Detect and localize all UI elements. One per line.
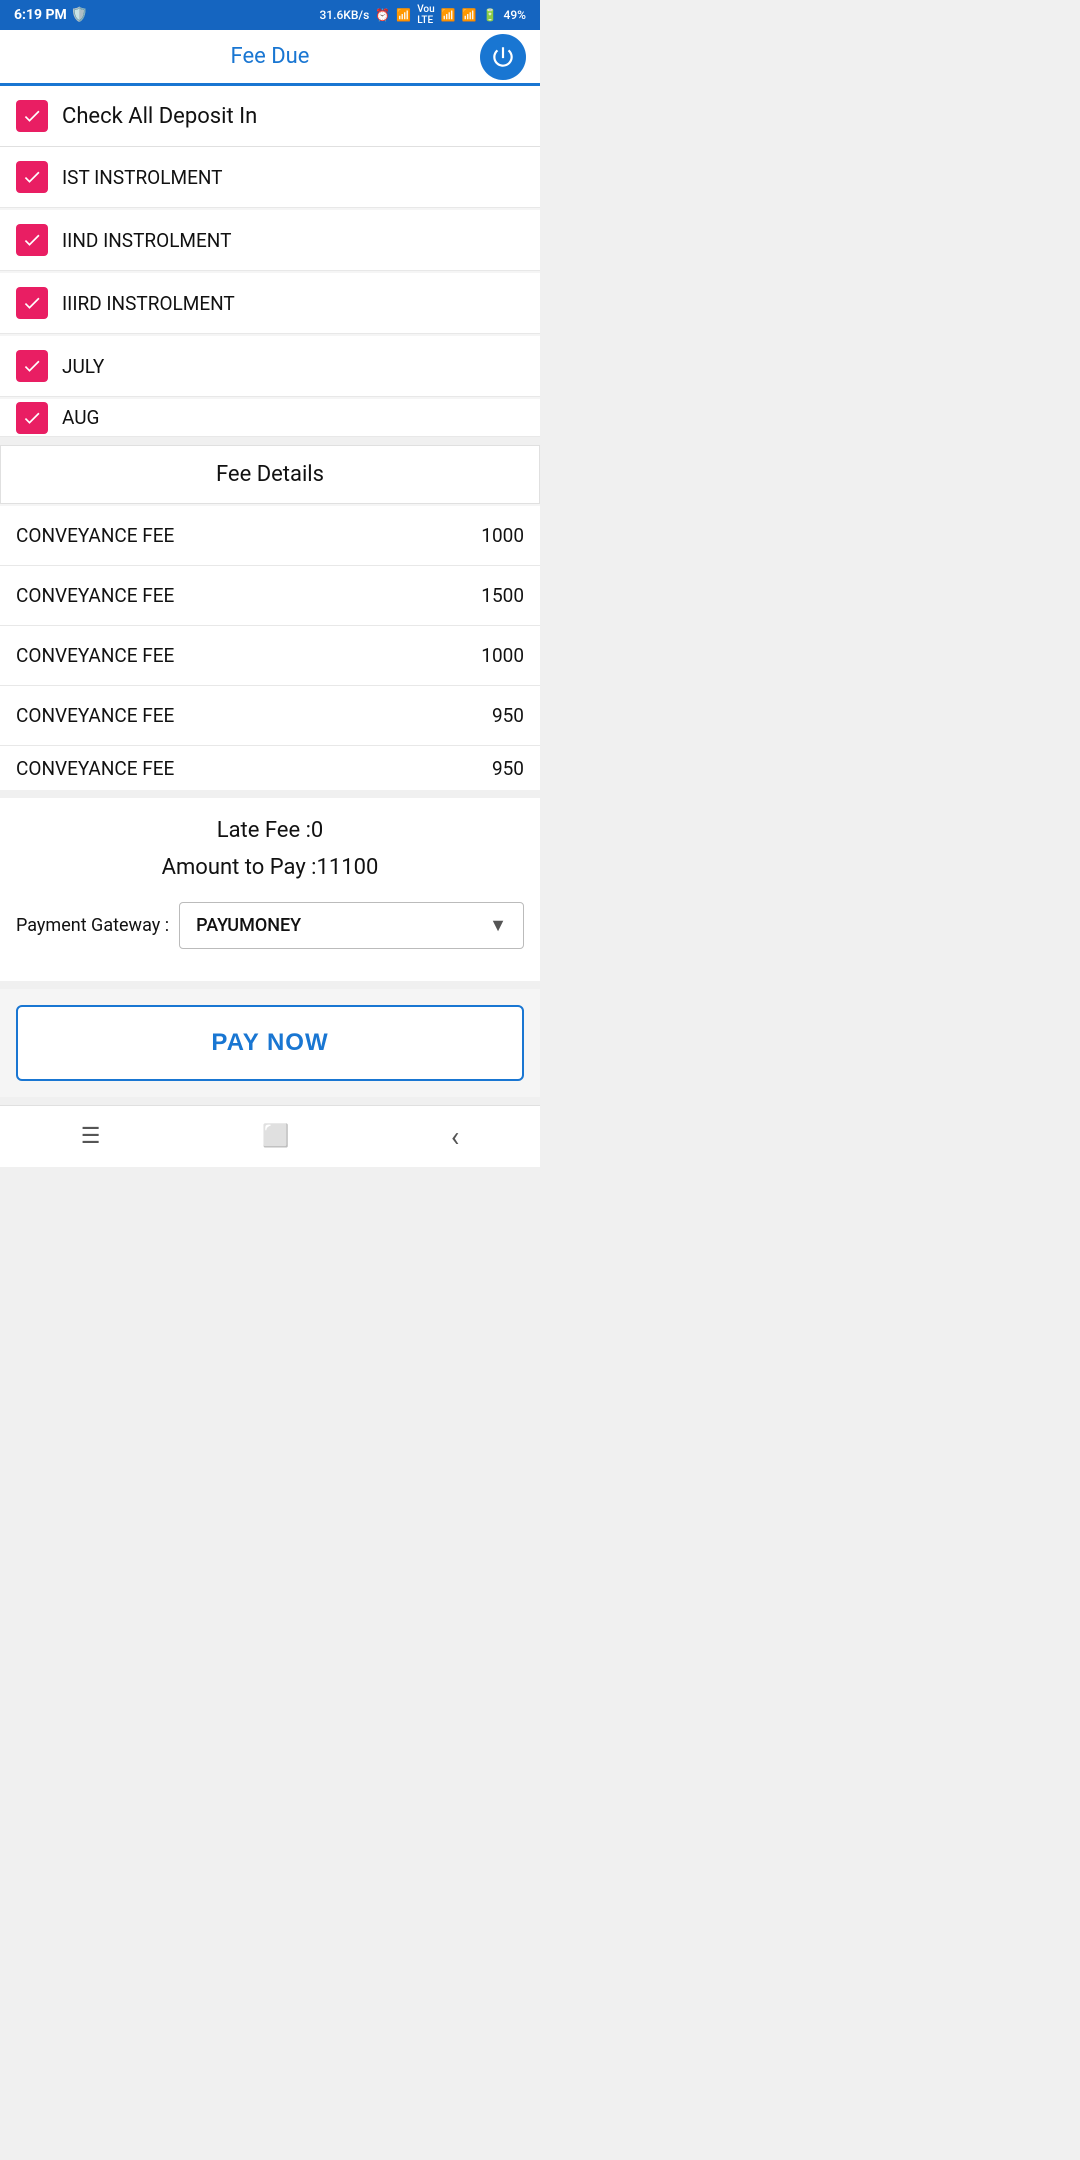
power-icon [490, 44, 516, 70]
page-title: Fee Due [231, 44, 310, 69]
fee-amount-4: 950 [492, 704, 524, 727]
nav-bar: ☰ ⬜ ‹ [0, 1105, 540, 1167]
check-all-label: Check All Deposit In [62, 104, 257, 129]
installment-label-5: AUG [62, 406, 100, 429]
fee-label-3: CONVEYANCE FEE [16, 644, 174, 667]
amount-to-pay: Amount to Pay :11100 [16, 855, 524, 880]
fee-label-1: CONVEYANCE FEE [16, 524, 174, 547]
fee-details-header: Fee Details [0, 445, 540, 504]
pay-now-button[interactable]: PAY NOW [16, 1005, 524, 1081]
fee-amount-1: 1000 [481, 524, 524, 547]
status-bar: 6:19 PM 🛡️ 31.6KB/s ⏰ 📶 VouLTE 📶 📶 🔋 49% [0, 0, 540, 30]
installment-label-4: JULY [62, 355, 104, 378]
installment-checkbox-5[interactable] [16, 402, 48, 434]
check-all-checkbox[interactable] [16, 100, 48, 132]
fee-row-2: CONVEYANCE FEE 1500 [0, 566, 540, 626]
status-right: 31.6KB/s ⏰ 📶 VouLTE 📶 📶 🔋 49% [319, 4, 526, 26]
installment-label-2: IIND INSTROLMENT [62, 229, 231, 252]
installment-row-partial[interactable]: AUG [0, 399, 540, 437]
payment-gateway-row: Payment Gateway : PAYUMONEY ▼ [16, 892, 524, 965]
status-time: 6:19 PM 🛡️ [14, 7, 88, 23]
checkmark-icon [22, 167, 42, 187]
nav-menu-icon[interactable]: ☰ [81, 1124, 101, 1149]
installment-row[interactable]: IST INSTROLMENT [0, 147, 540, 208]
nav-back-icon[interactable]: ‹ [451, 1120, 459, 1153]
installment-row[interactable]: IIND INSTROLMENT [0, 210, 540, 271]
installment-checkbox-2[interactable] [16, 224, 48, 256]
installment-list: IST INSTROLMENT IIND INSTROLMENT IIIRD I… [0, 147, 540, 437]
checkmark-icon [22, 230, 42, 250]
installment-checkbox-4[interactable] [16, 350, 48, 382]
fee-label-2: CONVEYANCE FEE [16, 584, 174, 607]
pay-now-section: PAY NOW [0, 989, 540, 1097]
fee-details-section: Fee Details CONVEYANCE FEE 1000 CONVEYAN… [0, 445, 540, 790]
fee-amount-5: 950 [492, 757, 524, 780]
installment-label-3: IIIRD INSTROLMENT [62, 292, 235, 315]
power-button[interactable] [480, 34, 526, 80]
installment-row[interactable]: JULY [0, 336, 540, 397]
installment-checkbox-1[interactable] [16, 161, 48, 193]
checkmark-icon [22, 106, 42, 126]
nav-home-icon[interactable]: ⬜ [262, 1124, 289, 1149]
checkmark-icon [22, 293, 42, 313]
header: Fee Due [0, 30, 540, 86]
payment-gateway-select[interactable]: PAYUMONEY ▼ [179, 902, 524, 949]
fee-label-4: CONVEYANCE FEE [16, 704, 174, 727]
installment-label-1: IST INSTROLMENT [62, 166, 223, 189]
checkmark-icon [22, 356, 42, 376]
fee-label-5: CONVEYANCE FEE [16, 757, 174, 780]
installment-checkbox-3[interactable] [16, 287, 48, 319]
summary-section: Late Fee :0 Amount to Pay :11100 Payment… [0, 798, 540, 981]
fee-row-4: CONVEYANCE FEE 950 [0, 686, 540, 746]
late-fee: Late Fee :0 [16, 818, 524, 843]
fee-amount-2: 1500 [481, 584, 524, 607]
fee-row-5-partial: CONVEYANCE FEE 950 [0, 746, 540, 790]
fee-row-3: CONVEYANCE FEE 1000 [0, 626, 540, 686]
payment-gateway-label: Payment Gateway : [16, 915, 169, 936]
installment-row[interactable]: IIIRD INSTROLMENT [0, 273, 540, 334]
payment-gateway-value: PAYUMONEY [196, 915, 301, 936]
checkmark-icon [22, 408, 42, 428]
chevron-down-icon: ▼ [489, 915, 507, 936]
fee-amount-3: 1000 [481, 644, 524, 667]
fee-row-1: CONVEYANCE FEE 1000 [0, 506, 540, 566]
check-all-row[interactable]: Check All Deposit In [0, 86, 540, 147]
